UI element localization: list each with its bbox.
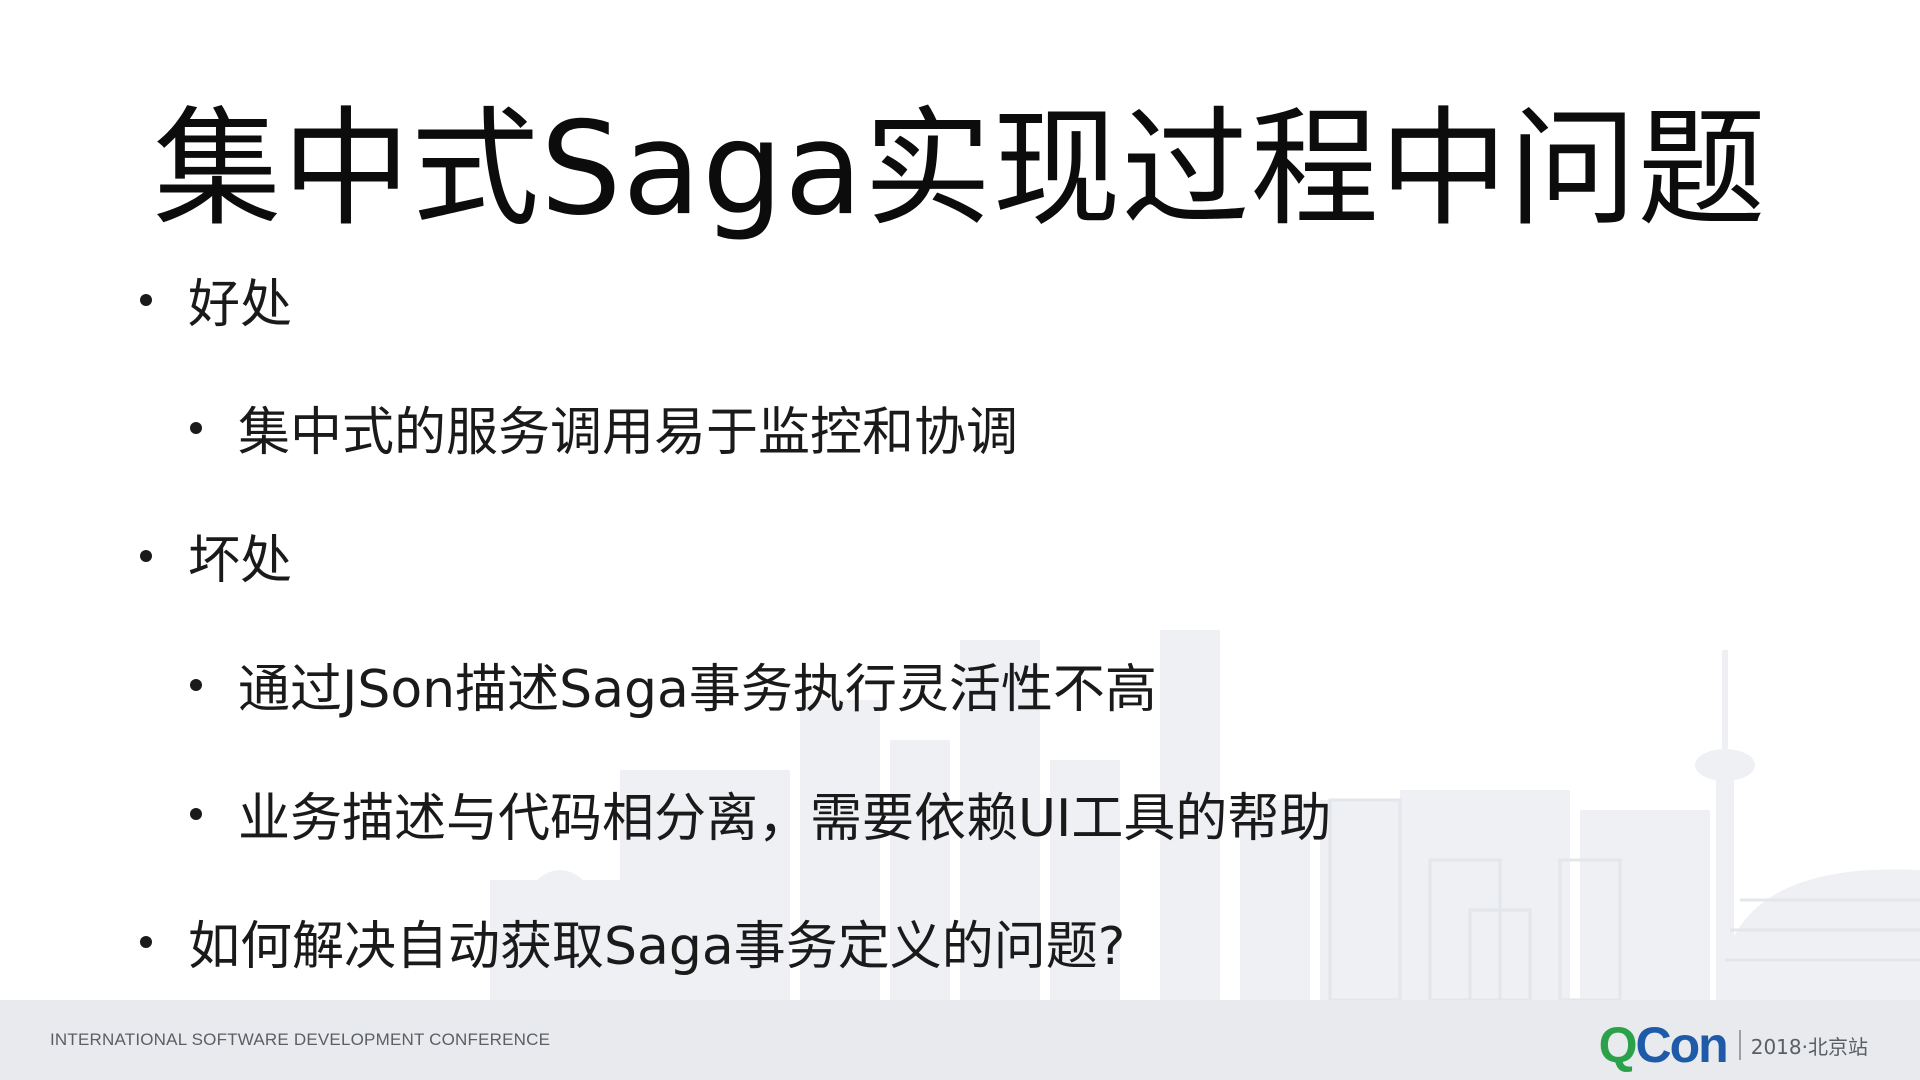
footer-bar: INTERNATIONAL SOFTWARE DEVELOPMENT CONFE… [0,1000,1920,1080]
bullet-dot-icon [190,678,202,691]
slide: 集中式Saga实现过程中问题 好处 集中式的服务调用易于监控和协调 坏处 通过J… [0,0,1920,1080]
bullet-item: 好处 [140,262,292,337]
bullet-dot-icon [190,421,202,434]
bullet-item: 如何解决自动获取Saga事务定义的问题? [140,904,1125,979]
bullet-text: 通过JSon描述Saga事务执行灵活性不高 [238,660,1157,720]
conference-name: INTERNATIONAL SOFTWARE DEVELOPMENT CONFE… [50,1030,551,1049]
bullet-item: 业务描述与代码相分离，需要依赖UI工具的帮助 [190,776,1331,851]
bullet-dot-icon [140,549,152,562]
qcon-logo: Q Con [1598,1016,1729,1074]
bullet-item: 通过JSon描述Saga事务执行灵活性不高 [190,647,1157,722]
bullet-text: 如何解决自动获取Saga事务定义的问题? [188,917,1126,977]
bullet-item: 集中式的服务调用易于监控和协调 [190,390,1018,465]
bullet-text: 坏处 [188,531,293,591]
bullet-dot-icon [190,807,202,820]
bullet-text: 集中式的服务调用易于监控和协调 [238,403,1019,463]
slide-title: 集中式Saga实现过程中问题 [153,95,1767,244]
bullet-text: 好处 [188,275,293,335]
bullet-text: 业务描述与代码相分离，需要依赖UI工具的帮助 [238,789,1332,849]
logo-con: Con [1635,1017,1729,1073]
edition-label: 2018·北京站 [1750,1034,1868,1059]
qcon-brand: Q Con 2018·北京站 [1599,1016,1868,1074]
brand-divider [1738,1030,1741,1060]
bullet-dot-icon [140,293,152,306]
bullet-dot-icon [140,935,152,948]
logo-q: Q [1598,1017,1638,1073]
bullet-item: 坏处 [140,518,292,593]
